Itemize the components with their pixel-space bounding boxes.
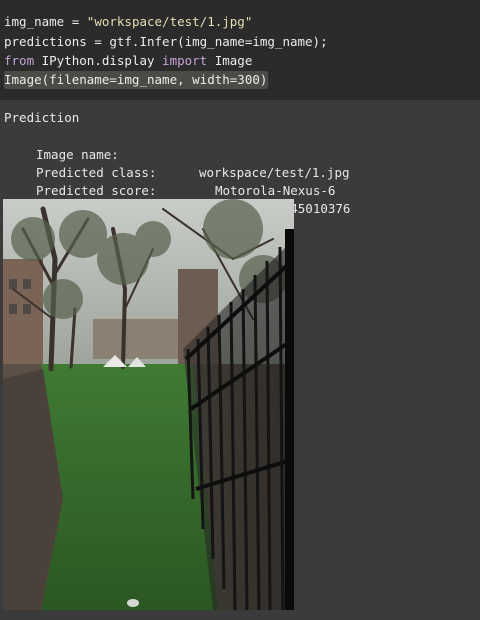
output-row-predicted-class: Predicted class: Motorola-Nexus-6 (36, 146, 335, 198)
code-line-3[interactable]: from IPython.display import Image (4, 52, 252, 70)
code-module: IPython.display (34, 53, 163, 68)
output-row-image-name: Image name: workspace/test/1.jpg (36, 128, 350, 180)
output-value: Motorola-Nexus-6 (215, 183, 336, 198)
output-value: workspace/test/1.jpg (199, 165, 350, 180)
code-line-1[interactable]: img_name = "workspace/test/1.jpg" (4, 13, 252, 31)
output-row-predicted-score: Predicted score: 0.9961925745010376 (36, 164, 350, 216)
output-label: Predicted score: (36, 183, 157, 198)
photo-grass-fence-icon (3, 199, 294, 610)
output-cell: Prediction Image name: workspace/test/1.… (0, 100, 480, 620)
code-string: "workspace/test/1.jpg" (86, 14, 253, 29)
output-heading: Prediction (4, 110, 80, 125)
code-line-4-highlighted[interactable]: Image(filename=img_name, width=300) (4, 71, 269, 89)
code-line-2[interactable]: predictions = gtf.Infer(img_name=img_nam… (4, 33, 328, 51)
code-import-name: Image (207, 53, 253, 68)
code-keyword-import: import (162, 53, 208, 68)
code-operator: = (64, 14, 87, 29)
notebook: img_name = "workspace/test/1.jpg" predic… (0, 0, 480, 620)
code-variable: img_name (4, 14, 65, 29)
output-image (3, 199, 294, 610)
code-input-cell[interactable]: img_name = "workspace/test/1.jpg" predic… (0, 0, 480, 100)
code-keyword-from: from (4, 53, 35, 68)
